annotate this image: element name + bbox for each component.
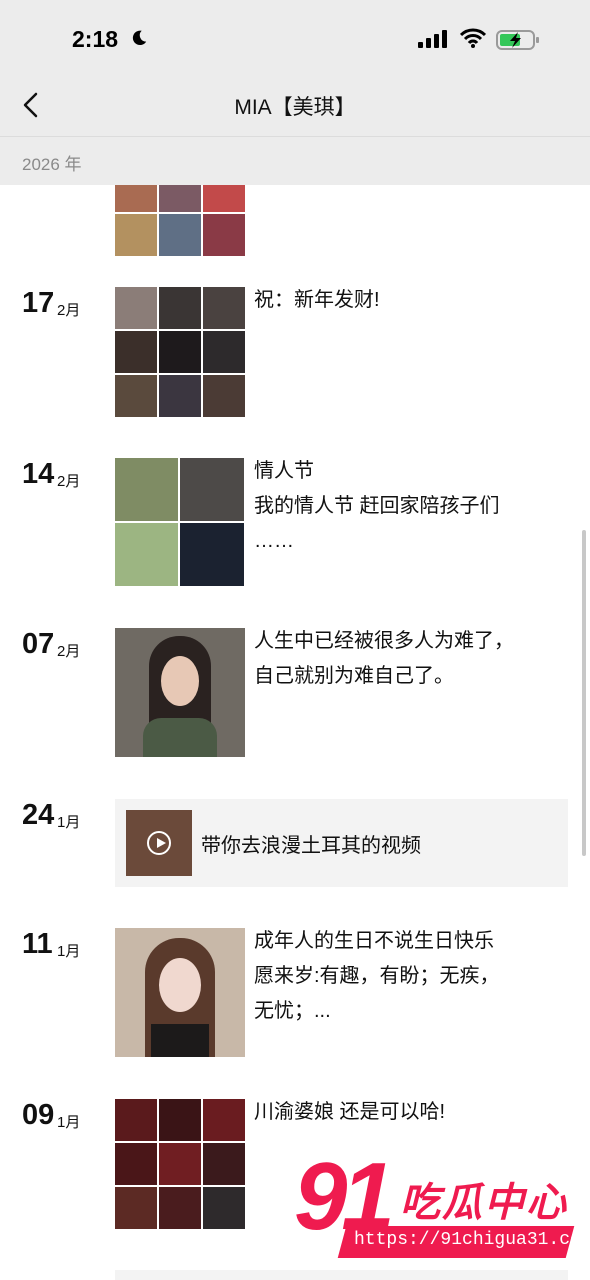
wifi-icon [460,28,486,48]
battery-charging-icon [496,30,539,50]
video-thumbnail[interactable] [126,810,192,876]
scrollbar[interactable] [582,530,586,856]
watermark-logo: 91 吃瓜中心 https://91chigua31.com [290,1143,590,1268]
entry-month: 1月 [57,1114,81,1131]
photo-grid[interactable] [115,458,244,586]
entry-day: 17 [22,287,55,319]
entry-text: 祝：新年发财! [254,289,380,311]
photo[interactable] [115,628,245,757]
entry-month: 1月 [57,814,81,831]
play-icon [147,831,171,855]
photo[interactable] [115,928,245,1057]
entry-month: 2月 [57,473,81,490]
status-time: 2:18 [72,26,119,52]
shared-video-title: 带你去浪漫土耳其的视频 [201,835,421,857]
year-section-header: 2026 年 [0,136,590,186]
header: 2:18 MIA【美琪】 2026 年 [0,0,590,185]
entry-month: 1月 [57,943,81,960]
entry-day: 11 [22,928,53,960]
entry-day: 24 [22,799,55,831]
page-title: MIA【美琪】 [234,96,356,119]
entry-day: 14 [22,458,55,490]
entry-day: 09 [22,1099,55,1131]
year-label: 2026 年 [22,155,82,174]
entry-text: 川渝婆娘 还是可以哈! [254,1101,446,1123]
moments-feed: 17 2月 祝：新年发财! 14 2月 情人节 我的情人节 赶回家陪孩子们 ……… [0,0,590,1280]
photo-grid[interactable] [115,1099,245,1229]
entry-text: 人生中已经被很多人为难了， 自己就别为难自己了。 [254,630,514,687]
photo-grid[interactable] [115,287,245,417]
signal-icon [418,30,447,48]
watermark-url: https://91chigua31.com [354,1230,590,1250]
moon-icon [132,30,147,46]
entry-text: 成年人的生日不说生日快乐 愿来岁:有趣，有盼；无疾， 无忧；... [254,930,500,1022]
entry-day: 07 [22,628,55,660]
entry-month: 2月 [57,302,81,319]
shared-video-card[interactable]: 带你去浪漫土耳其的视频 [115,799,568,887]
next-shared-card[interactable] [115,1270,568,1280]
entry-text: 情人节 我的情人节 赶回家陪孩子们 …… [254,460,500,552]
entry-month: 2月 [57,643,81,660]
watermark-brand: 吃瓜中心 [400,1181,568,1225]
